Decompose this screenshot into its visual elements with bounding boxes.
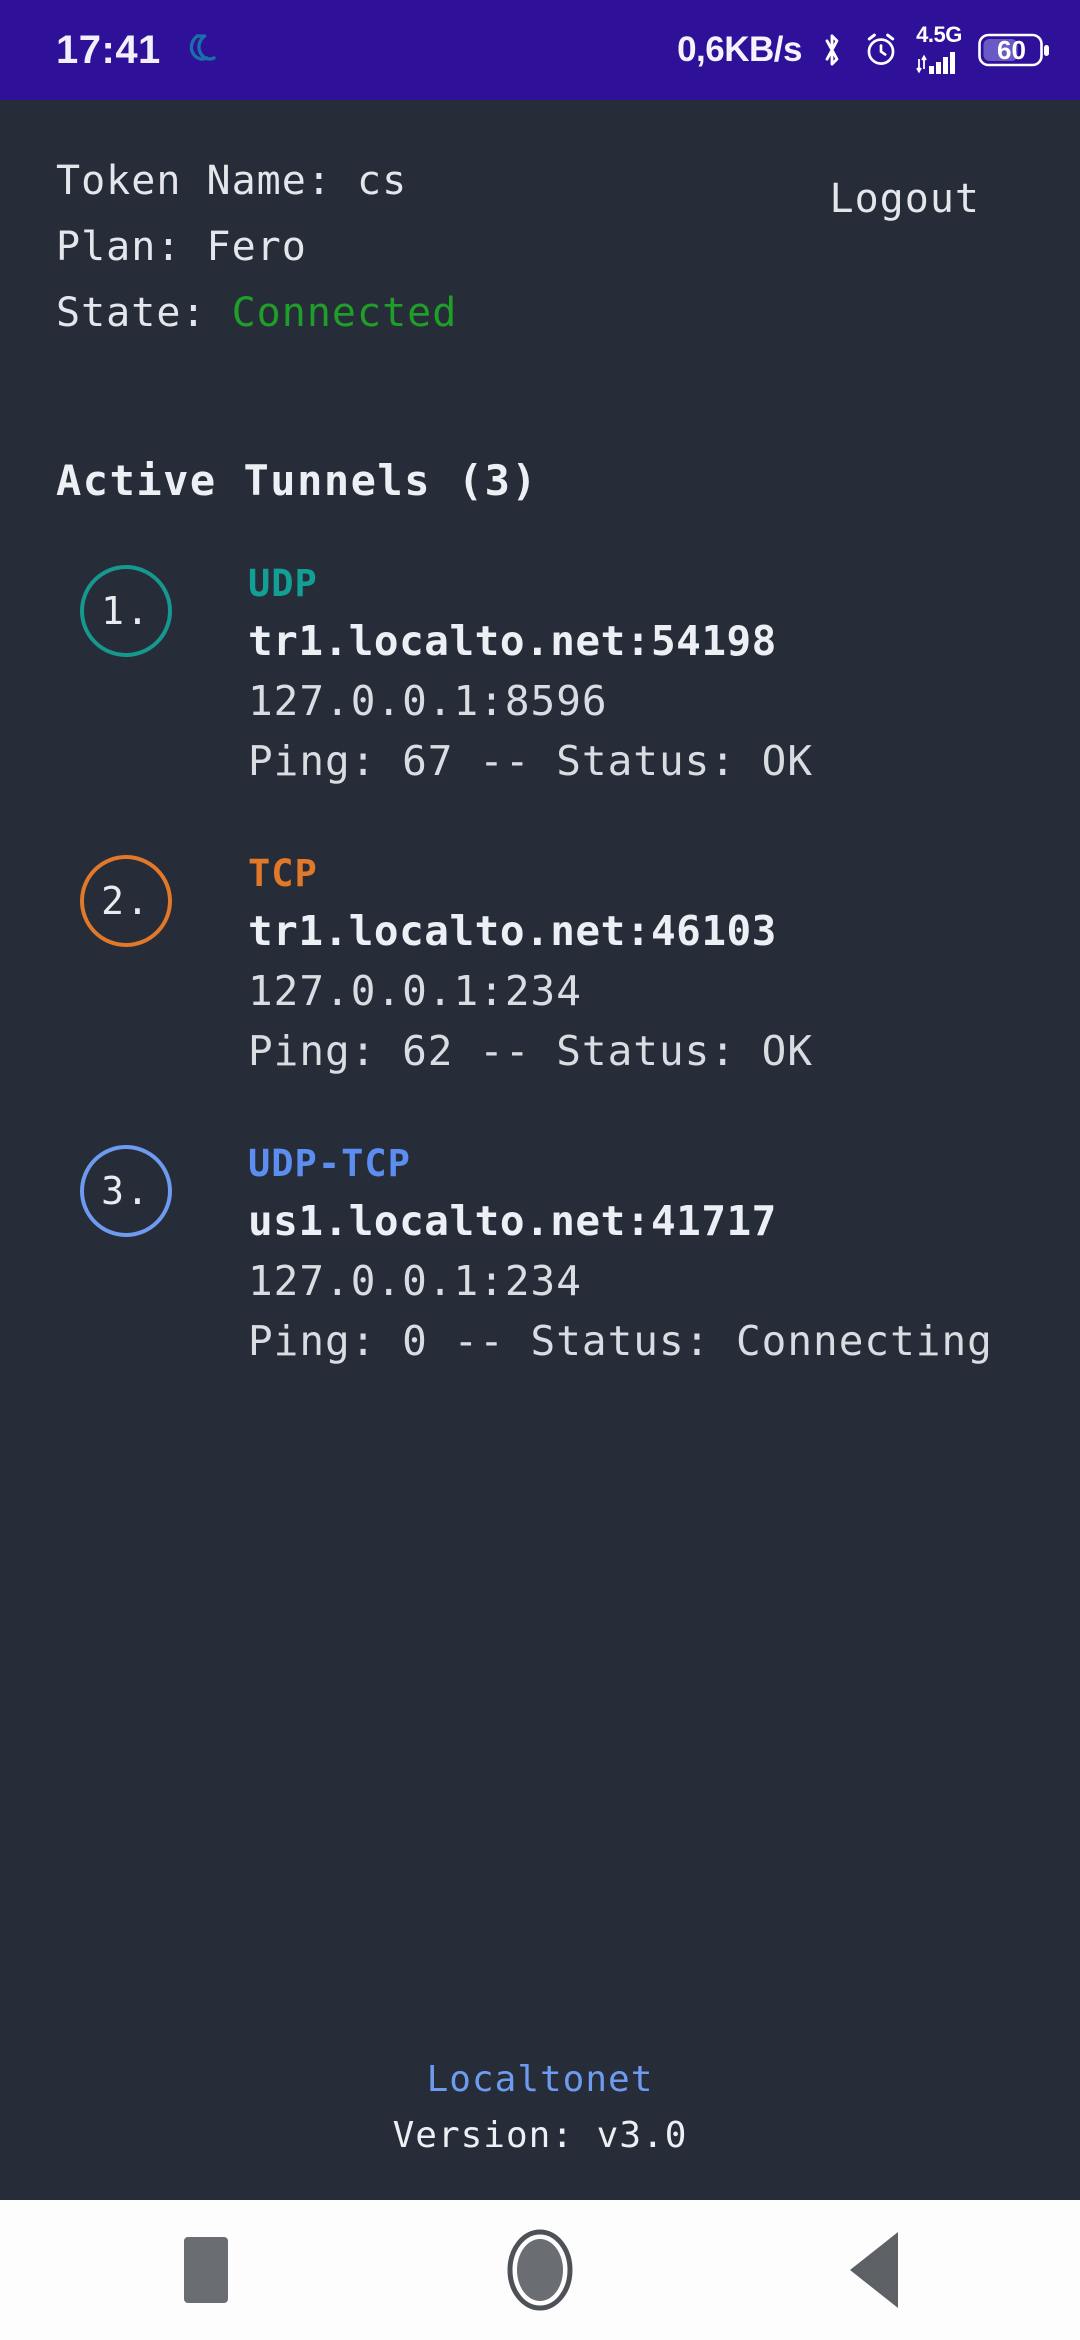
network-type-label: 4.5G bbox=[916, 21, 962, 47]
square-recents-icon[interactable] bbox=[146, 2210, 266, 2330]
triangle-back-icon[interactable] bbox=[814, 2210, 934, 2330]
status-bar-right: 0,6KB/s 4.5G 60 bbox=[677, 21, 1052, 77]
localtonet-logo-icon bbox=[183, 31, 221, 69]
state-row: State: Connected bbox=[56, 280, 830, 346]
token-name-row: Token Name: cs bbox=[56, 158, 408, 204]
plan-row: Plan: Fero bbox=[56, 224, 307, 270]
app-footer: Localtonet Version: v3.0 bbox=[56, 2052, 1024, 2200]
battery-indicator: 60 bbox=[978, 31, 1052, 69]
tunnel-protocol: UDP bbox=[248, 562, 318, 605]
state-label: State: bbox=[56, 290, 232, 336]
tunnel-protocol: TCP bbox=[248, 852, 318, 895]
tunnel-row[interactable]: 3. UDP-TCP us1.localto.net:41717 127.0.0… bbox=[56, 1137, 1024, 1371]
tunnel-list: 1. UDP tr1.localto.net:54198 127.0.0.1:8… bbox=[56, 557, 1024, 1427]
tunnel-index-badge: 1. bbox=[80, 565, 172, 657]
tunnel-info: TCP tr1.localto.net:46103 127.0.0.1:234 … bbox=[248, 847, 813, 1081]
tunnel-index-badge: 3. bbox=[80, 1145, 172, 1237]
account-lines: Token Name: cs Plan: Fero State: Connect… bbox=[56, 148, 830, 346]
tunnel-stats: Ping: 62 -- Status: OK bbox=[248, 1027, 814, 1075]
tunnel-stats: Ping: 67 -- Status: OK bbox=[248, 737, 814, 785]
tunnel-row[interactable]: 2. TCP tr1.localto.net:46103 127.0.0.1:2… bbox=[56, 847, 1024, 1081]
version-label: Version: v3.0 bbox=[392, 2115, 688, 2156]
back-glyph bbox=[850, 2232, 898, 2308]
android-status-bar: 17:41 0,6KB/s 4.5G 60 bbox=[0, 0, 1080, 100]
home-glyph bbox=[507, 2229, 573, 2311]
tunnel-local-address: 127.0.0.1:234 bbox=[248, 967, 582, 1015]
tunnel-local-address: 127.0.0.1:234 bbox=[248, 1257, 582, 1305]
android-navigation-bar bbox=[0, 2200, 1080, 2340]
signal-bars-icon: 4.5G bbox=[916, 21, 962, 77]
brand-link[interactable]: Localtonet bbox=[56, 2052, 1024, 2108]
tunnel-remote-address: tr1.localto.net:54198 bbox=[248, 617, 777, 665]
state-value: Connected bbox=[231, 290, 458, 336]
tunnel-info: UDP-TCP us1.localto.net:41717 127.0.0.1:… bbox=[248, 1137, 993, 1371]
active-tunnels-title: Active Tunnels (3) bbox=[56, 456, 539, 505]
status-bar-clock: 17:41 bbox=[56, 27, 161, 72]
network-speed-text: 0,6KB/s bbox=[677, 30, 802, 69]
tunnel-info: UDP tr1.localto.net:54198 127.0.0.1:8596… bbox=[248, 557, 813, 791]
phone-screen: 17:41 0,6KB/s 4.5G 60 Token Name: cs Pla… bbox=[0, 0, 1080, 2340]
tunnel-remote-address: tr1.localto.net:46103 bbox=[248, 907, 777, 955]
app-content: Token Name: cs Plan: Fero State: Connect… bbox=[0, 100, 1080, 2200]
tunnel-local-address: 127.0.0.1:8596 bbox=[248, 677, 608, 725]
tunnel-index-badge: 2. bbox=[80, 855, 172, 947]
status-bar-left: 17:41 bbox=[56, 28, 221, 73]
battery-level-text: 60 bbox=[997, 34, 1026, 65]
alarm-clock-icon bbox=[862, 31, 900, 69]
tunnel-remote-address: us1.localto.net:41717 bbox=[248, 1197, 777, 1245]
account-summary: Token Name: cs Plan: Fero State: Connect… bbox=[56, 148, 1024, 346]
circle-home-icon[interactable] bbox=[480, 2210, 600, 2330]
recents-glyph bbox=[184, 2237, 228, 2303]
tunnel-row[interactable]: 1. UDP tr1.localto.net:54198 127.0.0.1:8… bbox=[56, 557, 1024, 791]
logout-button[interactable]: Logout bbox=[830, 166, 981, 232]
tunnel-protocol: UDP-TCP bbox=[248, 1142, 411, 1185]
tunnel-stats: Ping: 0 -- Status: Connecting bbox=[248, 1317, 993, 1365]
bluetooth-icon bbox=[818, 30, 846, 70]
